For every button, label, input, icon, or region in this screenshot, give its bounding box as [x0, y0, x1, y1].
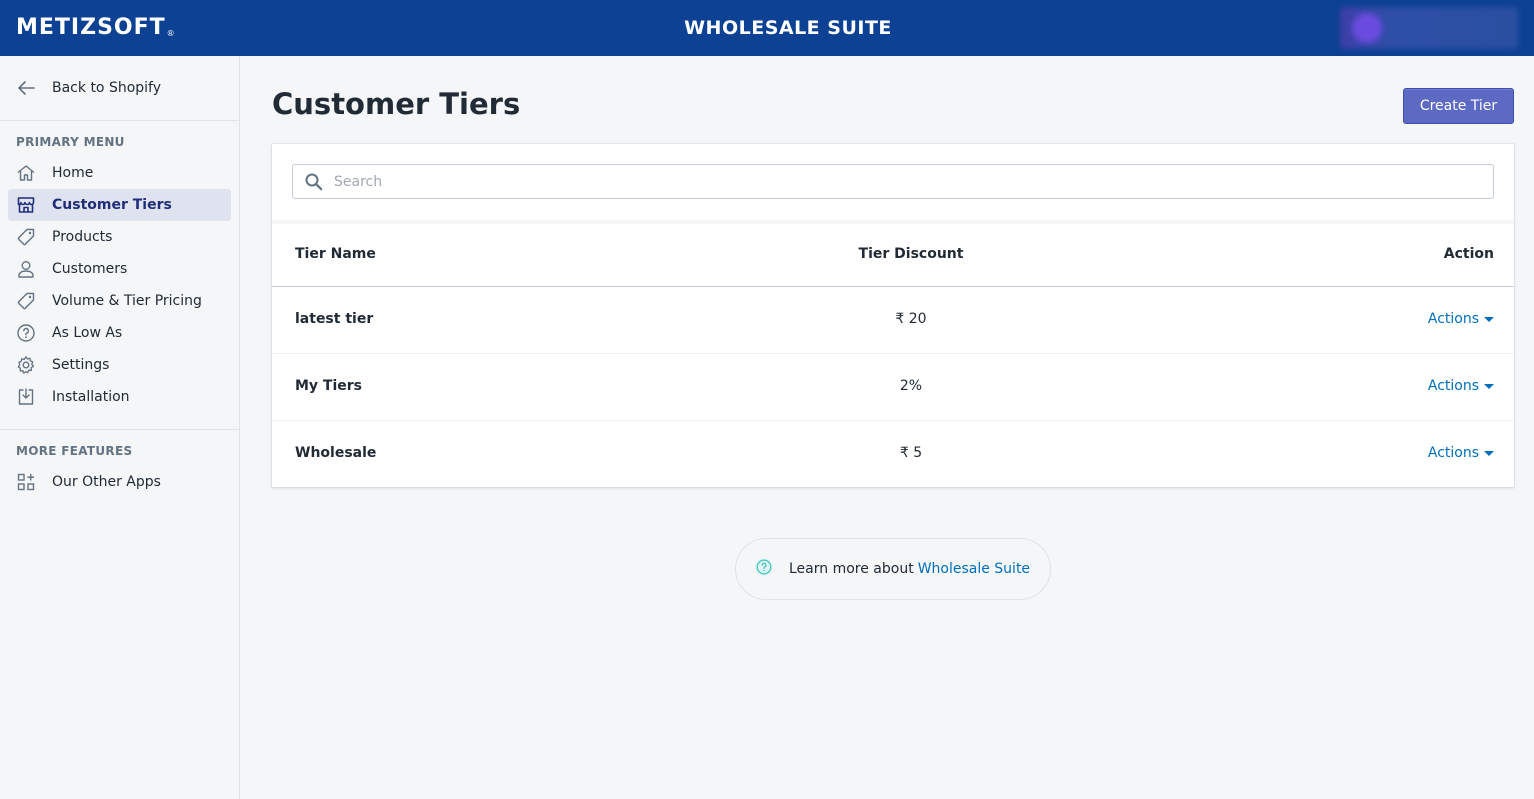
actions-label: Actions	[1427, 445, 1479, 461]
sidebar-item-as-low-as[interactable]: As Low As	[8, 317, 231, 349]
page-title: Customer Tiers	[272, 87, 521, 121]
sidebar-item-volume-tier-pricing[interactable]: Volume & Tier Pricing	[8, 285, 231, 317]
top-bar: METIZSOFT® WHOLESALE SUITE	[0, 0, 1534, 56]
tier-name: My Tiers	[295, 378, 363, 394]
caret-down-icon	[1484, 317, 1494, 322]
actions-dropdown[interactable]: Actions	[1428, 378, 1494, 394]
sidebar-item-products[interactable]: Products	[8, 221, 231, 253]
account-menu[interactable]	[1340, 7, 1518, 49]
column-header-tier-discount: Tier Discount	[858, 246, 964, 262]
caret-down-icon	[1484, 451, 1494, 456]
tag-icon	[16, 227, 36, 247]
sidebar-item-label: Customer Tiers	[52, 197, 172, 213]
create-tier-button[interactable]: Create Tier	[1403, 88, 1514, 124]
sidebar-item-label: Customers	[52, 261, 128, 277]
back-to-shopify-link[interactable]: Back to Shopify	[16, 76, 161, 100]
back-label: Back to Shopify	[52, 80, 162, 96]
sidebar-item-label: Installation	[52, 389, 130, 405]
home-icon	[16, 163, 36, 183]
question-circle-icon	[754, 557, 778, 581]
sidebar-item-label: Volume & Tier Pricing	[52, 293, 202, 309]
store-icon	[16, 195, 36, 215]
app-title: WHOLESALE SUITE	[684, 17, 892, 39]
tag-icon	[16, 291, 36, 311]
sidebar-item-our-other-apps[interactable]: Our Other Apps	[8, 466, 231, 498]
wholesale-suite-link[interactable]: Wholesale Suite	[918, 561, 1030, 577]
caret-down-icon	[1484, 384, 1494, 389]
sidebar-item-label: Settings	[52, 357, 110, 373]
primary-menu-title: PRIMARY MENU	[16, 135, 125, 149]
apps-icon	[16, 472, 36, 492]
tier-name: Wholesale	[295, 445, 377, 461]
tiers-card: Tier Name Tier Discount Action latest ti…	[272, 144, 1514, 487]
sidebar: Back to Shopify PRIMARY MENU Home Custom…	[0, 56, 240, 799]
sidebar-item-settings[interactable]: Settings	[8, 349, 231, 381]
person-icon	[16, 259, 36, 279]
sidebar-item-label: As Low As	[52, 325, 123, 341]
search-input[interactable]	[334, 173, 1484, 190]
column-header-action: Action	[1443, 246, 1494, 262]
sidebar-item-label: Our Other Apps	[52, 474, 161, 490]
tier-discount: 2%	[899, 378, 923, 394]
table-row: latest tier ₹ 20 Actions	[272, 287, 1514, 354]
sidebar-divider	[0, 429, 239, 430]
table-body: latest tier ₹ 20 Actions My Tiers 2% Act…	[272, 287, 1514, 487]
tier-name: latest tier	[295, 311, 374, 327]
learn-more-callout: Learn more about Wholesale Suite	[735, 538, 1051, 600]
sidebar-item-installation[interactable]: Installation	[8, 381, 231, 413]
import-icon	[16, 387, 36, 407]
more-features-title: MORE FEATURES	[16, 444, 133, 458]
sidebar-item-label: Products	[52, 229, 113, 245]
sidebar-divider	[0, 120, 239, 121]
question-circle-icon	[16, 323, 36, 343]
sidebar-item-label: Home	[52, 165, 94, 181]
actions-label: Actions	[1427, 378, 1479, 394]
tier-discount: ₹ 20	[895, 311, 927, 327]
gear-icon	[16, 355, 36, 375]
table-row: My Tiers 2% Actions	[272, 354, 1514, 421]
actions-dropdown[interactable]: Actions	[1428, 445, 1494, 461]
learn-more-text: Learn more about	[789, 561, 914, 577]
sidebar-item-customers[interactable]: Customers	[8, 253, 231, 285]
tier-discount: ₹ 5	[899, 445, 923, 461]
table-row: Wholesale ₹ 5 Actions	[272, 421, 1514, 488]
sidebar-item-customer-tiers[interactable]: Customer Tiers	[8, 189, 231, 221]
arrow-left-icon	[16, 78, 36, 98]
actions-dropdown[interactable]: Actions	[1428, 311, 1494, 327]
column-header-tier-name: Tier Name	[295, 246, 376, 262]
search-icon	[304, 172, 324, 192]
table-header: Tier Name Tier Discount Action	[272, 224, 1514, 287]
avatar	[1352, 13, 1382, 43]
sidebar-item-home[interactable]: Home	[8, 157, 231, 189]
search-field[interactable]	[292, 164, 1494, 199]
actions-label: Actions	[1427, 311, 1479, 327]
